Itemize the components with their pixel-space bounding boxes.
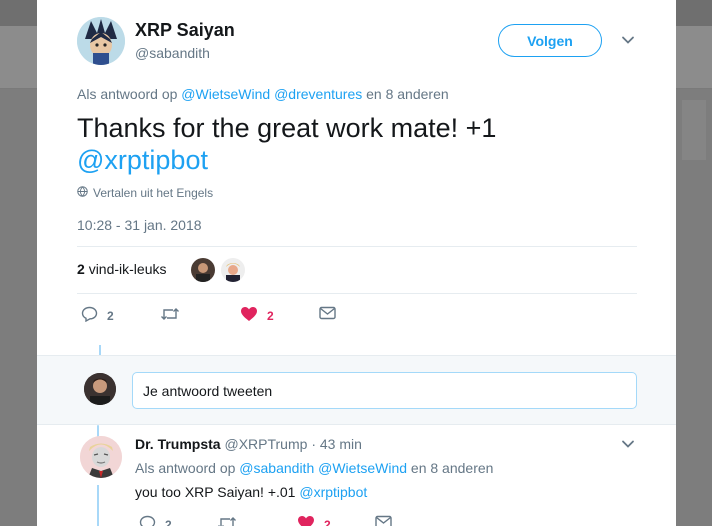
reply-author-avatar[interactable] [80,436,122,478]
backdrop-right [676,26,712,89]
likes-count: 2 [77,261,85,277]
reply-mentions[interactable]: @sabandith @WietseWind [239,460,407,476]
like-count: 2 [324,517,331,526]
chevron-down-icon[interactable] [621,33,635,52]
reply-author-handle[interactable]: @XRPTrump [224,436,307,452]
reply-author-name[interactable]: Dr. Trumpsta [135,436,221,452]
reply-icon [81,306,98,325]
reply-context: Als antwoord op @WietseWind @dreventures… [77,86,449,102]
retweet-action[interactable] [217,515,237,526]
thread-line [97,485,99,526]
tweet-text: Thanks for the great work mate! +1 @xrpt… [77,112,597,176]
retweet-action[interactable] [160,306,180,325]
heart-icon [297,515,315,526]
reply-mentions[interactable]: @WietseWind @dreventures [181,86,362,102]
likes-summary[interactable]: 2 vind-ik-leuks [77,261,167,277]
tweet-modal: XRP Saiyan @sabandith Volgen Als antwoor… [37,0,676,526]
message-action[interactable] [319,306,336,323]
reply-age[interactable]: · 43 min [311,436,362,452]
reply-prefix: Als antwoord op [77,86,178,102]
envelope-icon [319,306,336,323]
thread-line [99,345,101,355]
translate-label[interactable]: Vertalen uit het Engels [93,186,213,200]
likes-label: vind-ik-leuks [88,261,167,277]
author-handle[interactable]: @sabandith [135,45,210,61]
reply-icon [139,515,156,526]
liker-avatar[interactable] [220,257,246,283]
tweet-body: Thanks for the great work mate! +1 [77,113,497,143]
reply-mention[interactable]: @xrptipbot [299,484,367,500]
retweet-icon [160,306,180,325]
backdrop-scroll [682,100,706,160]
reply-suffix[interactable]: en 8 anderen [411,460,494,476]
reply-prefix: Als antwoord op [135,460,236,476]
liker-avatar[interactable] [190,257,216,283]
chevron-down-icon[interactable] [621,437,635,456]
message-action[interactable] [375,515,392,526]
reply-composer: Je antwoord tweeten [37,355,676,425]
reply-action[interactable]: 2 [139,515,172,526]
heart-icon [240,306,258,325]
reply-tweet: Dr. Trumpsta @XRPTrump · 43 min Als antw… [37,425,676,526]
like-count: 2 [267,308,274,323]
retweet-icon [217,515,237,526]
like-action[interactable]: 2 [240,306,274,325]
reply-count: 2 [107,308,114,323]
divider [77,246,637,247]
like-action[interactable]: 2 [297,515,331,526]
reply-text: you too XRP Saiyan! +.01 @xrptipbot [135,484,367,500]
envelope-icon [375,515,392,526]
follow-button[interactable]: Volgen [498,24,602,57]
reply-action[interactable]: 2 [81,306,114,325]
main-tweet: XRP Saiyan @sabandith Volgen Als antwoor… [37,0,676,355]
reply-author[interactable]: Dr. Trumpsta @XRPTrump · 43 min [135,436,362,452]
tweet-timestamp[interactable]: 10:28 - 31 jan. 2018 [77,217,202,233]
globe-icon [77,186,88,200]
translate-link[interactable]: Vertalen uit het Engels [77,186,213,200]
divider [77,293,637,294]
reply-input[interactable]: Je antwoord tweeten [132,372,637,409]
tweet-mention[interactable]: @xrptipbot [77,145,208,175]
user-avatar[interactable] [84,373,116,405]
backdrop-left [0,26,37,89]
author-name[interactable]: XRP Saiyan [135,20,235,41]
reply-count: 2 [165,517,172,526]
reply-body: you too XRP Saiyan! +.01 [135,484,296,500]
reply-suffix[interactable]: en 8 anderen [366,86,449,102]
reply-context: Als antwoord op @sabandith @WietseWind e… [135,460,493,476]
author-avatar[interactable] [77,17,125,65]
